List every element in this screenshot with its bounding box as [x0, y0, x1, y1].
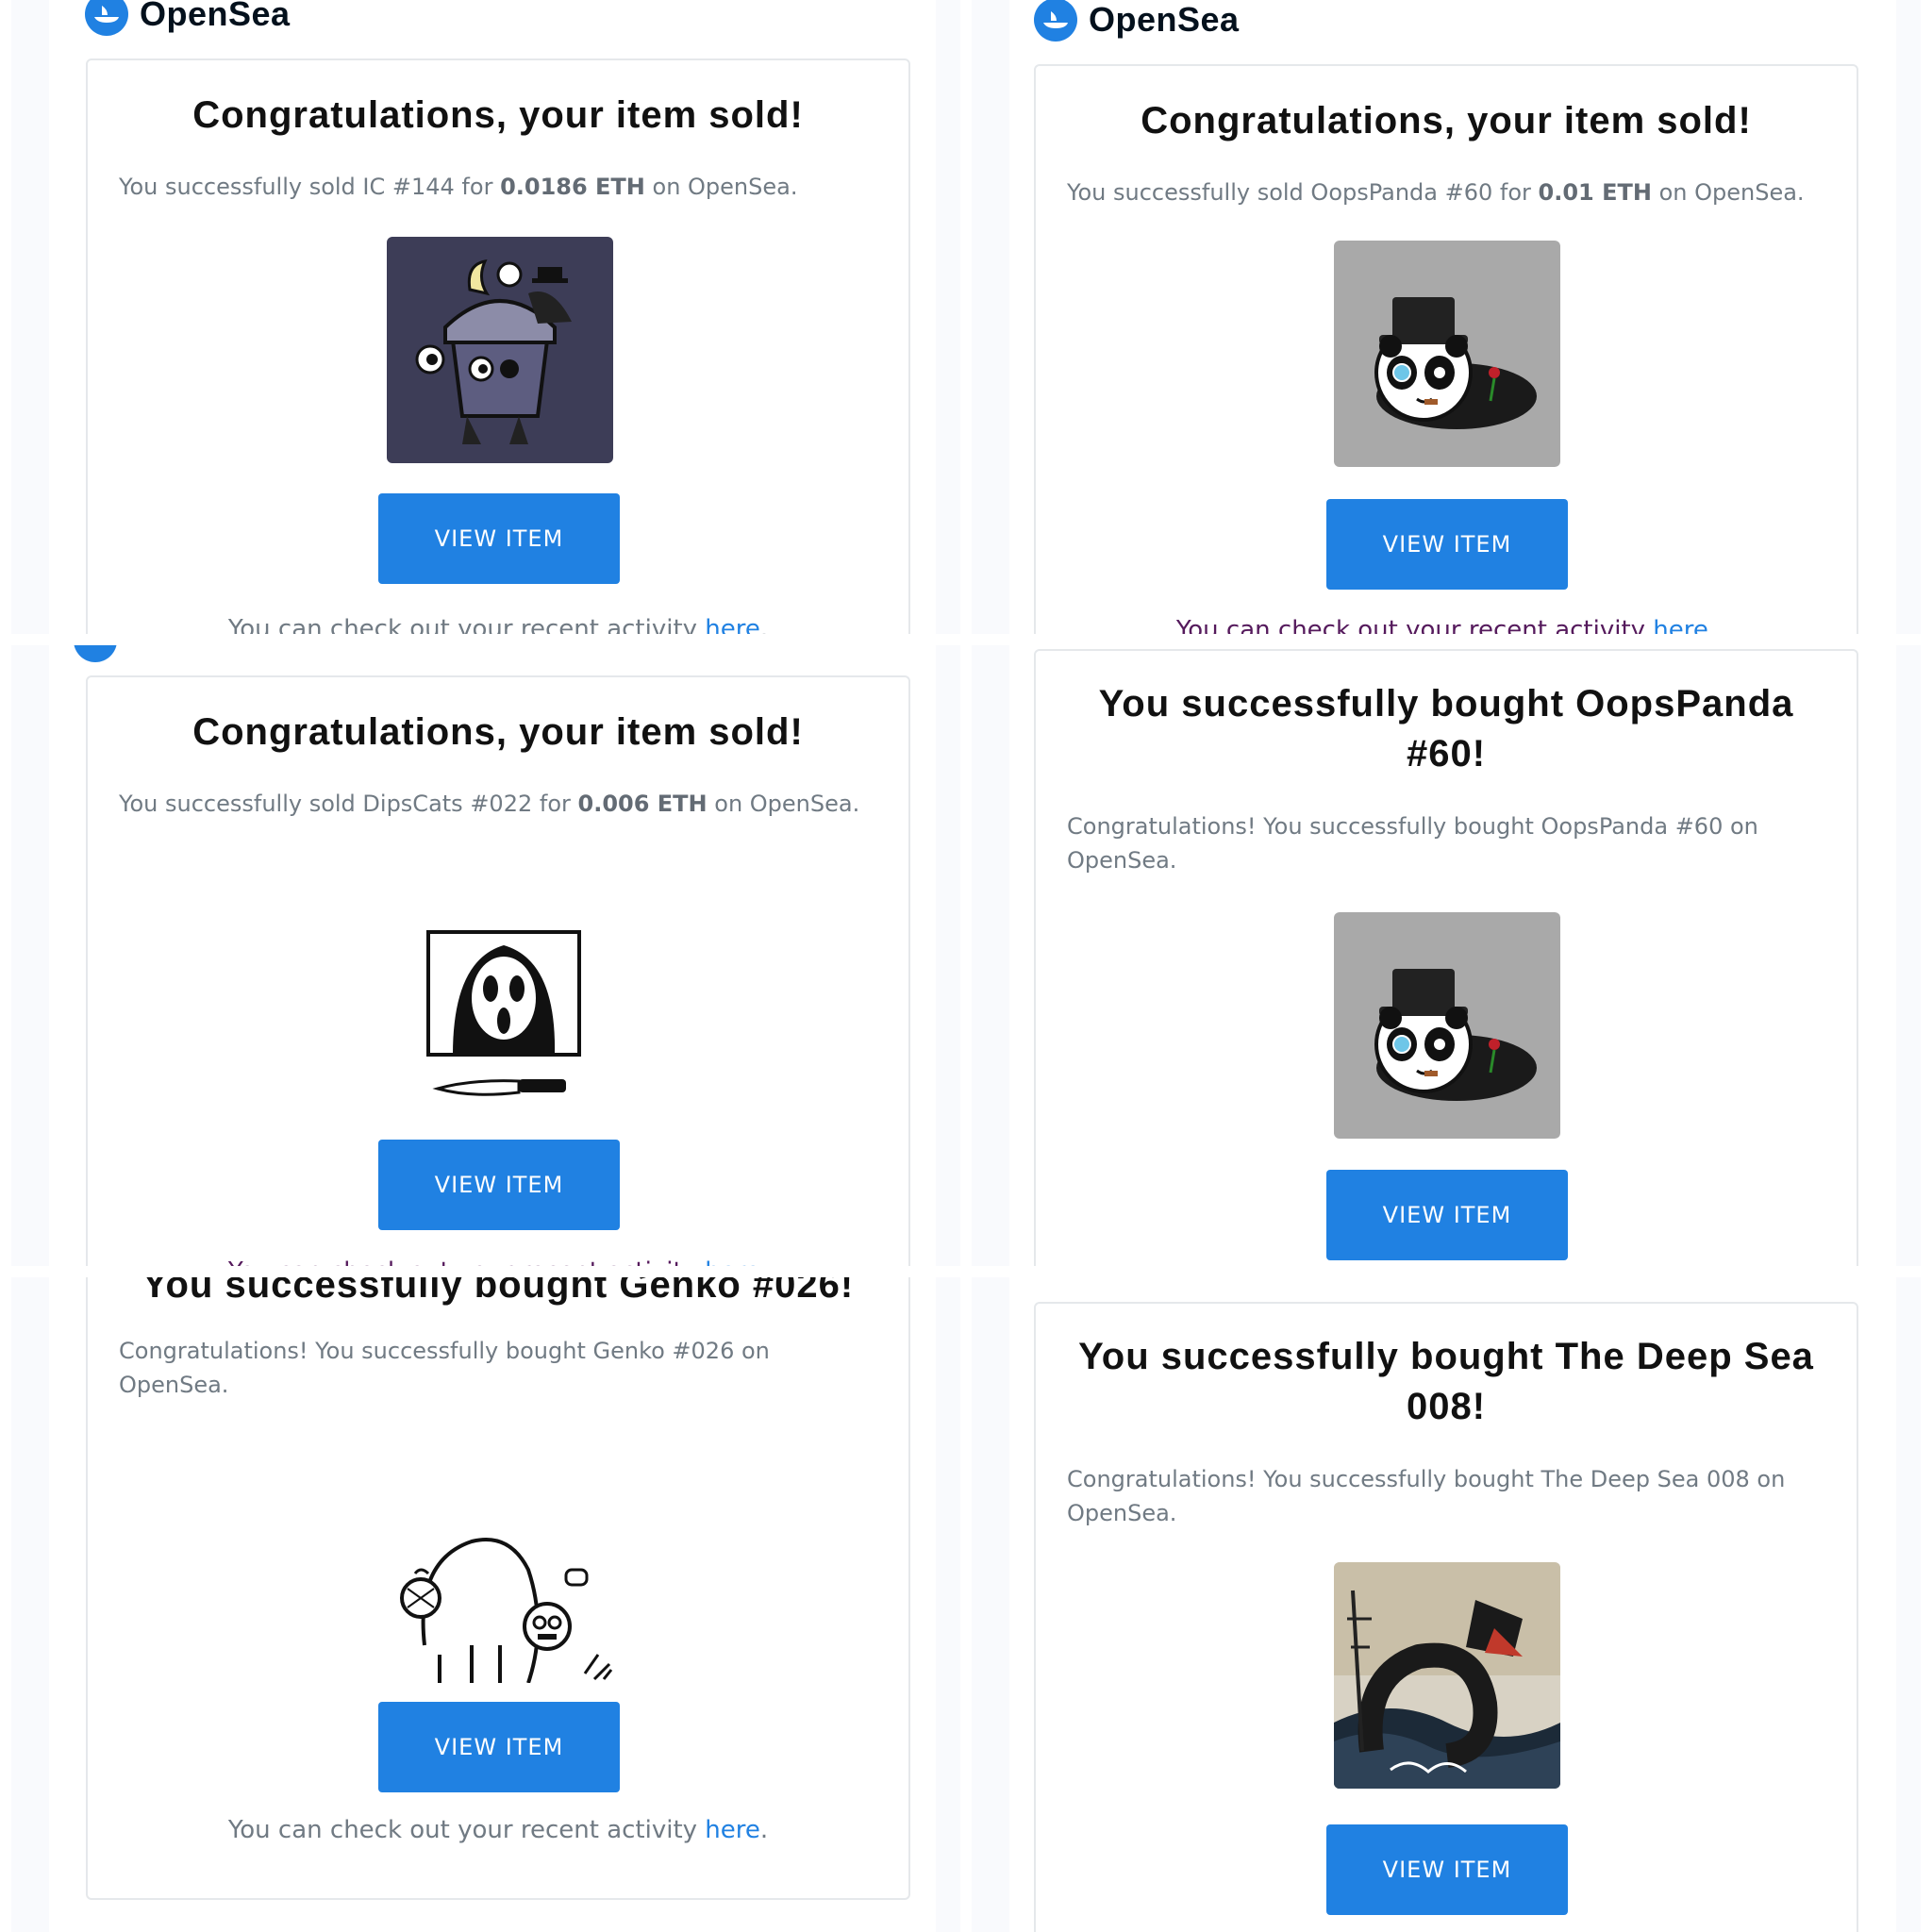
email-title: Congratulations, your item sold!: [1141, 100, 1752, 142]
recent-activity-link[interactable]: here: [705, 1816, 760, 1844]
view-item-button[interactable]: VIEW ITEM: [1326, 499, 1568, 590]
opensea-wordmark: OpenSea: [140, 0, 291, 33]
email-screenshot-oopspanda-bought: You successfully bought OopsPanda #60! C…: [972, 645, 1921, 1266]
recent-activity-text: You can check out your recent activity h…: [1036, 613, 1857, 634]
email-description: Congratulations! You successfully bought…: [1067, 1466, 1786, 1526]
email-title: Congratulations, your item sold!: [192, 711, 804, 753]
email-title: Congratulations, your item sold!: [192, 94, 804, 136]
email-card: Congratulations, your item sold! You suc…: [86, 675, 910, 1266]
opensea-logo-icon: [1034, 0, 1077, 42]
recent-activity-text: You can check out your recent activity h…: [88, 1255, 908, 1266]
email-description: You successfully sold DipsCats #022 for …: [119, 791, 860, 817]
email-card: Congratulations, your item sold! You suc…: [1034, 64, 1858, 634]
email-card: You successfully bought Genko #026! Cong…: [86, 1277, 910, 1900]
email-title: You successfully bought The Deep Sea 008…: [1078, 1336, 1814, 1427]
recent-activity-link[interactable]: here: [1653, 616, 1708, 634]
email-card: Congratulations, your item sold! You suc…: [86, 58, 910, 634]
opensea-logo-icon: [85, 0, 128, 36]
email-title: You successfully bought Genko #026!: [142, 1277, 855, 1306]
view-item-button[interactable]: VIEW ITEM: [378, 1702, 620, 1792]
top-hat-panda-nft-image[interactable]: [1334, 241, 1560, 467]
genko-doodle-nft-image[interactable]: [387, 1457, 613, 1683]
email-description: You successfully sold OopsPanda #60 for …: [1067, 179, 1805, 206]
email-card: You successfully bought The Deep Sea 008…: [1034, 1302, 1858, 1932]
email-card: You successfully bought OopsPanda #60! C…: [1034, 649, 1858, 1266]
view-item-button[interactable]: VIEW ITEM: [1326, 1824, 1568, 1915]
recent-activity-link[interactable]: here: [705, 1257, 760, 1266]
email-screenshot-oopspanda-sold: OpenSea Congratulations, your item sold!…: [972, 0, 1921, 634]
email-screenshot-deep-sea: You successfully bought The Deep Sea 008…: [972, 1277, 1921, 1932]
email-screenshot-dipscats: Congratulations, your item sold! You suc…: [11, 645, 960, 1266]
email-description: You successfully sold IC #144 for 0.0186…: [119, 174, 798, 200]
top-hat-panda-nft-image[interactable]: [1334, 912, 1560, 1139]
email-description: Congratulations! You successfully bought…: [1067, 813, 1758, 874]
view-item-button[interactable]: VIEW ITEM: [378, 1140, 620, 1230]
email-title: You successfully bought OopsPanda #60!: [1098, 683, 1794, 774]
email-screenshot-ic144: OpenSea Congratulations, your item sold!…: [11, 0, 960, 634]
sea-serpent-nft-image[interactable]: [1334, 1562, 1560, 1789]
opensea-logo: OpenSea: [1034, 0, 1240, 42]
recent-activity-text: You can check out your recent activity h…: [227, 1816, 769, 1844]
sale-price: 0.0186 ETH: [500, 174, 645, 200]
opensea-wordmark: OpenSea: [1089, 0, 1240, 39]
recent-activity-text: You can check out your recent activity h…: [88, 612, 908, 634]
sale-price: 0.006 ETH: [577, 791, 708, 817]
ghost-cupcake-nft-image[interactable]: [387, 237, 613, 463]
recent-activity-link[interactable]: here: [705, 615, 760, 634]
ghostface-cat-nft-image[interactable]: [387, 904, 613, 1111]
email-description: Congratulations! You successfully bought…: [119, 1338, 770, 1398]
view-item-button[interactable]: VIEW ITEM: [1326, 1170, 1568, 1260]
opensea-logo: OpenSea: [85, 0, 291, 36]
email-screenshot-genko: You successfully bought Genko #026! Cong…: [11, 1277, 960, 1932]
view-item-button[interactable]: VIEW ITEM: [378, 493, 620, 584]
sale-price: 0.01 ETH: [1538, 179, 1652, 206]
